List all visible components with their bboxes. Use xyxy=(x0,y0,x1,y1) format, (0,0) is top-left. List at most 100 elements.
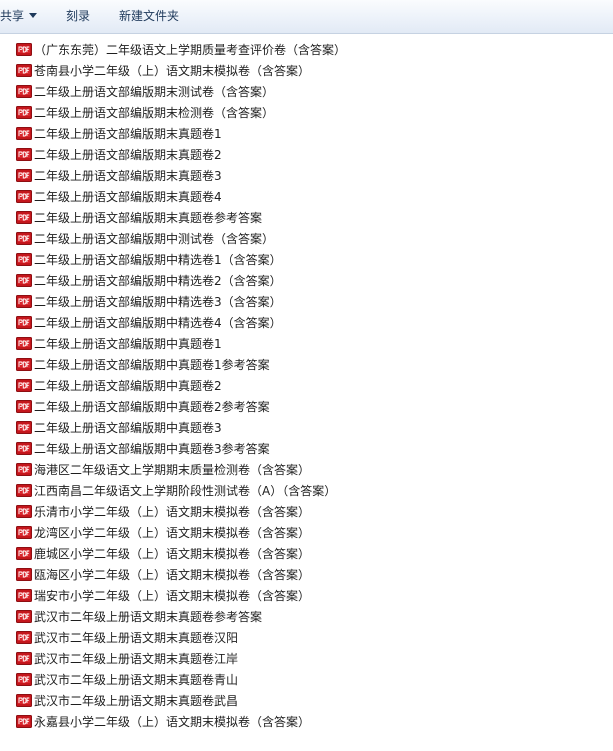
pdf-icon xyxy=(16,295,32,308)
file-name: 江西南昌二年级语文上学期阶段性测试卷（A）（含答案） xyxy=(34,484,337,498)
file-name: 二年级上册语文部编版期末真题卷参考答案 xyxy=(34,211,263,225)
chevron-down-icon xyxy=(29,13,38,18)
file-item[interactable]: 二年级上册语文部编版期中真题卷2参考答案 xyxy=(0,397,600,418)
file-name: 武汉市二年级上册语文期末真题卷武昌 xyxy=(34,694,239,708)
file-name: 二年级上册语文部编版期末真题卷2 xyxy=(34,148,222,162)
pdf-icon xyxy=(16,421,32,434)
file-item[interactable]: 武汉市二年级上册语文期末真题卷青山 xyxy=(0,670,600,691)
file-item[interactable]: 海港区二年级语文上学期期末质量检测卷（含答案） xyxy=(0,460,600,481)
file-item[interactable]: 永嘉县小学二年级（上）语文期末模拟卷（含答案） xyxy=(0,712,600,733)
file-item[interactable]: 武汉市二年级上册语文期末真题卷参考答案 xyxy=(0,607,600,628)
pdf-icon xyxy=(16,568,32,581)
file-name: 二年级上册语文部编版期中测试卷（含答案） xyxy=(34,232,275,246)
file-name: 二年级上册语文部编版期中真题卷3参考答案 xyxy=(34,442,270,456)
pdf-icon xyxy=(16,652,32,665)
file-name: 武汉市二年级上册语文期末真题卷参考答案 xyxy=(34,610,263,624)
file-item[interactable]: 二年级上册语文部编版期中精选卷3（含答案） xyxy=(0,292,600,313)
file-name: 瑞安市小学二年级（上）语文期末模拟卷（含答案） xyxy=(34,589,311,603)
pdf-icon xyxy=(16,43,32,56)
new-folder-button[interactable]: 新建文件夹 xyxy=(119,0,179,33)
pdf-icon xyxy=(16,337,32,350)
file-item[interactable]: 武汉市二年级上册语文期末真题卷江岸 xyxy=(0,649,600,670)
pdf-icon xyxy=(16,673,32,686)
file-item[interactable]: 二年级上册语文部编版期中精选卷1（含答案） xyxy=(0,250,600,271)
pdf-icon xyxy=(16,169,32,182)
file-item[interactable]: 二年级上册语文部编版期中真题卷1 xyxy=(0,334,600,355)
file-list: （广东东莞）二年级语文上学期质量考查评价卷（含答案） 苍南县小学二年级（上）语文… xyxy=(0,40,600,733)
pdf-icon xyxy=(16,484,32,497)
scrollbar-track[interactable] xyxy=(600,34,613,751)
file-name: 二年级上册语文部编版期末测试卷（含答案） xyxy=(34,85,275,99)
file-item[interactable]: 武汉市二年级上册语文期末真题卷武昌 xyxy=(0,691,600,712)
file-item[interactable]: 龙湾区小学二年级（上）语文期末模拟卷（含答案） xyxy=(0,523,600,544)
file-name: 二年级上册语文部编版期中真题卷1 xyxy=(34,337,222,351)
file-name: 二年级上册语文部编版期中真题卷2 xyxy=(34,379,222,393)
file-item[interactable]: 瑞安市小学二年级（上）语文期末模拟卷（含答案） xyxy=(0,586,600,607)
file-item[interactable]: 二年级上册语文部编版期末检测卷（含答案） xyxy=(0,103,600,124)
pdf-icon xyxy=(16,106,32,119)
pdf-icon xyxy=(16,547,32,560)
pdf-icon xyxy=(16,190,32,203)
pdf-icon xyxy=(16,316,32,329)
file-name: 二年级上册语文部编版期末真题卷3 xyxy=(34,169,222,183)
file-item[interactable]: 二年级上册语文部编版期末测试卷（含答案） xyxy=(0,82,600,103)
file-item[interactable]: （广东东莞）二年级语文上学期质量考查评价卷（含答案） xyxy=(0,40,600,61)
file-name: 龙湾区小学二年级（上）语文期末模拟卷（含答案） xyxy=(34,526,311,540)
file-name: 苍南县小学二年级（上）语文期末模拟卷（含答案） xyxy=(34,64,311,78)
file-name: 永嘉县小学二年级（上）语文期末模拟卷（含答案） xyxy=(34,715,311,729)
file-name: 乐清市小学二年级（上）语文期末模拟卷（含答案） xyxy=(34,505,311,519)
file-item[interactable]: 武汉市二年级上册语文期末真题卷汉阳 xyxy=(0,628,600,649)
file-item[interactable]: 二年级上册语文部编版期中测试卷（含答案） xyxy=(0,229,600,250)
file-name: 二年级上册语文部编版期中精选卷2（含答案） xyxy=(34,274,282,288)
file-name: 海港区二年级语文上学期期末质量检测卷（含答案） xyxy=(34,463,311,477)
file-item[interactable]: 二年级上册语文部编版期末真题卷3 xyxy=(0,166,600,187)
file-item[interactable]: 江西南昌二年级语文上学期阶段性测试卷（A）（含答案） xyxy=(0,481,600,502)
pdf-icon xyxy=(16,85,32,98)
new-folder-label: 新建文件夹 xyxy=(119,9,180,23)
file-item[interactable]: 二年级上册语文部编版期中精选卷4（含答案） xyxy=(0,313,600,334)
pdf-icon xyxy=(16,526,32,539)
pdf-icon xyxy=(16,211,32,224)
pdf-icon xyxy=(16,589,32,602)
file-name: （广东东莞）二年级语文上学期质量考查评价卷（含答案） xyxy=(34,43,347,57)
pdf-icon xyxy=(16,463,32,476)
share-button[interactable]: 共享 xyxy=(0,0,38,33)
file-name: 二年级上册语文部编版期中精选卷1（含答案） xyxy=(34,253,282,267)
file-item[interactable]: 苍南县小学二年级（上）语文期末模拟卷（含答案） xyxy=(0,61,600,82)
pdf-icon xyxy=(16,505,32,518)
file-name: 鹿城区小学二年级（上）语文期末模拟卷（含答案） xyxy=(34,547,311,561)
file-item[interactable]: 二年级上册语文部编版期中真题卷3 xyxy=(0,418,600,439)
file-name: 武汉市二年级上册语文期末真题卷青山 xyxy=(34,673,239,687)
file-item[interactable]: 二年级上册语文部编版期末真题卷2 xyxy=(0,145,600,166)
pdf-icon xyxy=(16,253,32,266)
file-item[interactable]: 二年级上册语文部编版期中真题卷2 xyxy=(0,376,600,397)
burn-button[interactable]: 刻录 xyxy=(66,0,90,33)
file-name: 二年级上册语文部编版期中真题卷3 xyxy=(34,421,222,435)
pdf-icon xyxy=(16,694,32,707)
file-name: 瓯海区小学二年级（上）语文期末模拟卷（含答案） xyxy=(34,568,311,582)
pdf-icon xyxy=(16,64,32,77)
file-name: 二年级上册语文部编版期中真题卷2参考答案 xyxy=(34,400,270,414)
pdf-icon xyxy=(16,358,32,371)
command-bar: 共享 刻录 新建文件夹 xyxy=(0,0,613,34)
file-name: 二年级上册语文部编版期末真题卷1 xyxy=(34,127,222,141)
pdf-icon xyxy=(16,232,32,245)
pdf-icon xyxy=(16,715,32,728)
file-name: 二年级上册语文部编版期末检测卷（含答案） xyxy=(34,106,275,120)
file-item[interactable]: 二年级上册语文部编版期中精选卷2（含答案） xyxy=(0,271,600,292)
file-item[interactable]: 乐清市小学二年级（上）语文期末模拟卷（含答案） xyxy=(0,502,600,523)
pdf-icon xyxy=(16,442,32,455)
file-name: 二年级上册语文部编版期末真题卷4 xyxy=(34,190,222,204)
file-name: 二年级上册语文部编版期中真题卷1参考答案 xyxy=(34,358,270,372)
file-item[interactable]: 二年级上册语文部编版期末真题卷参考答案 xyxy=(0,208,600,229)
file-name: 武汉市二年级上册语文期末真题卷汉阳 xyxy=(34,631,239,645)
file-name: 武汉市二年级上册语文期末真题卷江岸 xyxy=(34,652,239,666)
file-item[interactable]: 二年级上册语文部编版期末真题卷1 xyxy=(0,124,600,145)
file-item[interactable]: 瓯海区小学二年级（上）语文期末模拟卷（含答案） xyxy=(0,565,600,586)
file-item[interactable]: 二年级上册语文部编版期中真题卷3参考答案 xyxy=(0,439,600,460)
file-name: 二年级上册语文部编版期中精选卷3（含答案） xyxy=(34,295,282,309)
file-item[interactable]: 鹿城区小学二年级（上）语文期末模拟卷（含答案） xyxy=(0,544,600,565)
file-item[interactable]: 二年级上册语文部编版期中真题卷1参考答案 xyxy=(0,355,600,376)
pdf-icon xyxy=(16,148,32,161)
file-item[interactable]: 二年级上册语文部编版期末真题卷4 xyxy=(0,187,600,208)
